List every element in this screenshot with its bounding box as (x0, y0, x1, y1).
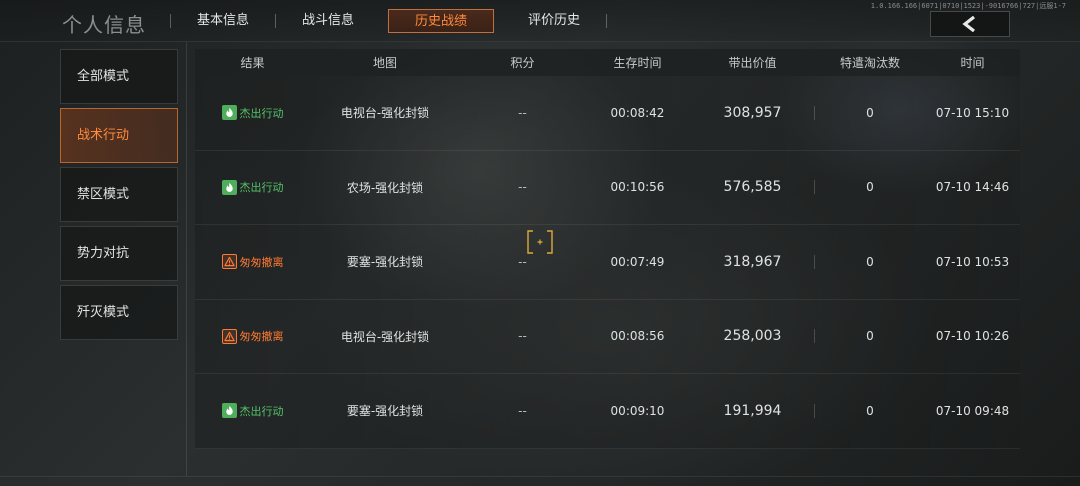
sidebar-item-annihilation[interactable]: 歼灭模式 (60, 285, 178, 340)
survival-time-cell: 00:08:56 (610, 329, 665, 344)
tab-match-history[interactable]: 历史战绩 (388, 9, 495, 33)
flame-icon (221, 179, 237, 195)
top-bar: 个人信息 基本信息 战斗信息 历史战绩 评价历史 1.0.166.166|607… (0, 0, 1080, 42)
warning-icon (221, 328, 237, 344)
result-cell: 杰出行动 (195, 105, 310, 122)
tab-bar: 基本信息 战斗信息 历史战绩 评价历史 (170, 0, 608, 42)
score-cell: -- (518, 180, 527, 195)
column-header-eliminations: 特遣淘汰数 (839, 56, 900, 70)
extracted-value-text: 191,994 (723, 402, 782, 419)
column-header-result: 结果 (240, 56, 265, 70)
chevron-left-icon (962, 16, 975, 32)
time-cell: 07-10 09:48 (935, 403, 1010, 418)
result-cell: 杰出行动 (195, 403, 310, 420)
back-button[interactable] (930, 11, 1010, 37)
warning-icon (221, 254, 237, 269)
cell-divider (814, 403, 815, 418)
map-cell: 电视台-强化封锁 (340, 329, 430, 344)
extracted-value-text: 308,957 (723, 104, 782, 121)
extracted-value-cell: 308,957 (690, 105, 815, 121)
table-header: 结果 地图 积分 生存时间 带出价值 特遣淘汰数 时间 (195, 49, 1020, 76)
score-cell: -- (518, 403, 527, 418)
result-badge: 匆匆撤离 (221, 254, 284, 270)
tab-basic-info[interactable]: 基本信息 (171, 9, 275, 33)
map-cell: 要塞-强化封锁 (346, 404, 424, 419)
table-row[interactable]: 杰出行动 农场-强化封锁 -- 00:10:56 576,585 0 07-10… (195, 150, 1020, 225)
column-header-survival-time: 生存时间 (613, 56, 662, 70)
eliminations-cell: 0 (866, 105, 874, 120)
sidebar-item-faction-battle[interactable]: 势力对抗 (60, 226, 178, 281)
extracted-value-cell: 576,585 (690, 179, 815, 195)
flame-icon (221, 403, 237, 418)
result-label: 匆匆撤离 (239, 255, 284, 269)
extracted-value-cell: 258,003 (690, 328, 815, 344)
time-cell: 07-10 10:53 (935, 254, 1010, 269)
column-header-extracted-value: 带出价值 (728, 56, 777, 70)
sidebar-item-restricted-zone[interactable]: 禁区模式 (60, 167, 178, 222)
crosshair-icon (527, 230, 553, 254)
survival-time-cell: 00:10:56 (610, 180, 665, 195)
server-info-text: 1.0.166.166|6071|0710|1523|-9016766|727|… (870, 2, 1066, 10)
extracted-value-text: 258,003 (723, 328, 782, 345)
bottom-divider (0, 476, 1080, 477)
survival-time-cell: 00:09:10 (610, 403, 665, 418)
map-cell: 要塞-强化封锁 (346, 255, 424, 270)
map-cell: 电视台-强化封锁 (340, 106, 430, 121)
score-cell: -- (518, 329, 527, 344)
cell-divider (814, 180, 815, 195)
survival-time-cell: 00:08:42 (610, 105, 665, 120)
cell-divider (814, 105, 815, 120)
sidebar-item-tactical-ops[interactable]: 战术行动 (60, 108, 178, 163)
table-row[interactable]: 匆匆撤离 电视台-强化封锁 -- 00:08:56 258,003 0 07-1… (195, 299, 1020, 374)
column-header-time: 时间 (960, 56, 985, 70)
page-title: 个人信息 (62, 13, 146, 37)
result-cell: 杰出行动 (195, 179, 310, 196)
eliminations-cell: 0 (866, 180, 874, 195)
result-cell: 匆匆撤离 (195, 328, 310, 345)
result-cell: 匆匆撤离 (195, 254, 310, 271)
eliminations-cell: 0 (866, 403, 874, 418)
result-badge: 杰出行动 (221, 179, 284, 195)
result-label: 杰出行动 (239, 404, 284, 418)
time-cell: 07-10 14:46 (935, 180, 1010, 195)
table-row[interactable]: 杰出行动 电视台-强化封锁 -- 00:08:42 308,957 0 07-1… (195, 76, 1020, 151)
column-header-map: 地图 (372, 56, 397, 70)
mode-sidebar: 全部模式 战术行动 禁区模式 势力对抗 歼灭模式 (60, 49, 178, 344)
cell-divider (814, 254, 815, 269)
history-table: 结果 地图 积分 生存时间 带出价值 特遣淘汰数 时间 杰出行动 电视台-强化封… (195, 49, 1020, 449)
result-badge: 杰出行动 (221, 403, 284, 419)
result-label: 杰出行动 (239, 106, 284, 120)
score-cell: -- (518, 105, 527, 120)
table-row[interactable]: 杰出行动 要塞-强化封锁 -- 00:09:10 191,994 0 07-10… (195, 374, 1020, 449)
result-label: 杰出行动 (239, 181, 284, 194)
flame-icon (221, 105, 237, 120)
column-header-score: 积分 (510, 56, 535, 70)
time-cell: 07-10 10:26 (935, 329, 1010, 344)
extracted-value-text: 318,967 (723, 253, 782, 270)
time-cell: 07-10 15:10 (935, 105, 1010, 120)
tab-divider (606, 14, 608, 28)
tab-rating-history[interactable]: 评价历史 (502, 9, 606, 33)
extracted-value-cell: 318,967 (690, 254, 815, 270)
table-row[interactable]: 匆匆撤离 要塞-强化封锁 -- 00:07:49 318,967 0 07-10… (195, 225, 1020, 300)
result-label: 匆匆撤离 (239, 330, 284, 343)
score-cell: -- (518, 254, 527, 269)
sidebar-item-all-modes[interactable]: 全部模式 (60, 49, 178, 104)
extracted-value-text: 576,585 (723, 179, 782, 196)
result-badge: 杰出行动 (221, 105, 284, 121)
eliminations-cell: 0 (866, 329, 874, 344)
sidebar-divider (186, 42, 187, 476)
extracted-value-cell: 191,994 (690, 403, 815, 419)
cell-divider (814, 329, 815, 344)
survival-time-cell: 00:07:49 (610, 254, 665, 269)
result-badge: 匆匆撤离 (221, 328, 284, 344)
tab-battle-info[interactable]: 战斗信息 (276, 9, 380, 33)
eliminations-cell: 0 (866, 254, 874, 269)
map-cell: 农场-强化封锁 (346, 180, 424, 195)
